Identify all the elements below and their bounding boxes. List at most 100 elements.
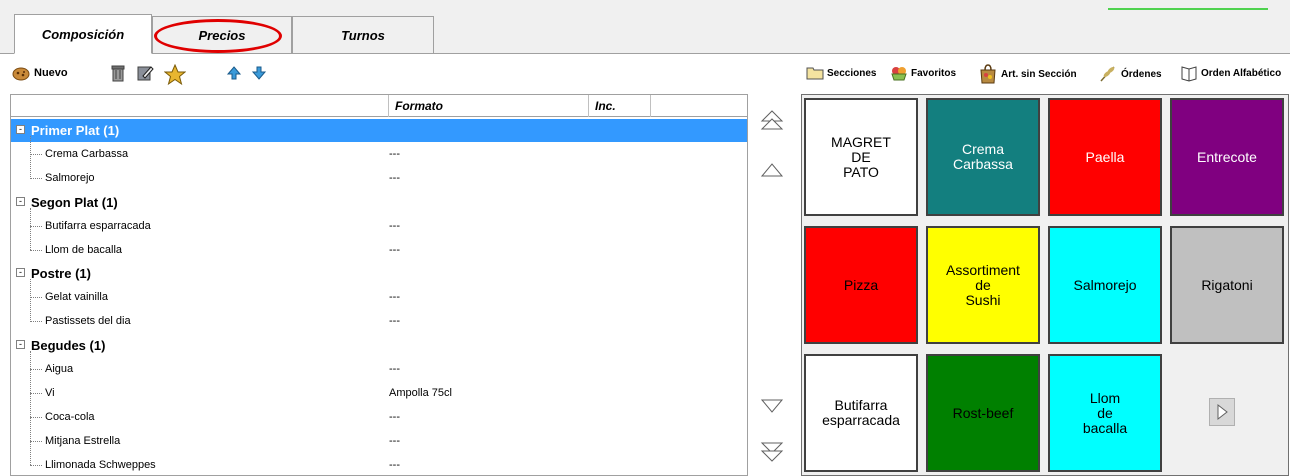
item-format: --- (389, 363, 400, 375)
tree-connector (30, 416, 42, 418)
group-name: Primer Plat (1) (31, 123, 120, 138)
tree-item-row[interactable]: Mitjana Estrella --- (11, 430, 747, 453)
column-header-format[interactable]: Formato (389, 95, 589, 117)
column-header-extra[interactable] (651, 95, 747, 117)
favorite-button[interactable] (164, 64, 186, 86)
trash-icon (111, 65, 125, 82)
tab-composicion[interactable]: Composición (14, 14, 152, 54)
product-tile[interactable]: Butifarra esparracada (804, 354, 918, 472)
orders-button[interactable]: Órdenes (1098, 64, 1162, 84)
product-tile[interactable]: Rigatoni (1170, 226, 1284, 344)
book-icon (1181, 66, 1197, 82)
tree-item-row[interactable]: Crema Carbassa --- (11, 143, 747, 166)
item-name: Llimonada Schweppes (45, 458, 156, 471)
item-format: --- (389, 171, 400, 184)
item-name: Butifarra esparracada (45, 219, 151, 232)
product-tile[interactable]: Entrecote (1170, 98, 1284, 216)
tab-turnos[interactable]: Turnos (292, 16, 434, 54)
chevron-right-icon (1217, 403, 1228, 421)
tree-group-row[interactable]: - Segon Plat (1) (11, 191, 747, 214)
wheat-icon (1100, 66, 1115, 82)
composition-tree[interactable]: Formato Inc. - Primer Plat (1) Crema Carba… (10, 94, 748, 476)
edit-button[interactable] (136, 64, 154, 82)
tree-item-row[interactable]: Aigua --- (11, 358, 747, 381)
no-section-button[interactable]: Art. sin Sección (978, 64, 1077, 84)
product-tile[interactable]: Llom de bacalla (1048, 354, 1162, 472)
collapse-toggle[interactable]: - (16, 125, 25, 134)
favorites-button[interactable]: Favoritos (890, 64, 956, 82)
item-name: Vi (45, 386, 55, 399)
tree-connector (30, 136, 31, 179)
tree-group-row[interactable]: - Postre (1) (11, 262, 747, 285)
cookie-icon (12, 67, 30, 81)
column-header-name[interactable] (11, 95, 389, 117)
item-format: --- (389, 147, 400, 160)
scroll-controls (752, 94, 794, 476)
tree-connector (30, 369, 42, 370)
product-tile[interactable]: Pizza (804, 226, 918, 344)
item-name: Salmorejo (45, 171, 95, 184)
item-name: Aigua (45, 363, 74, 375)
tree-group-row[interactable]: - Begudes (1) (11, 334, 747, 357)
tree-connector (30, 177, 42, 179)
tree-item-row[interactable]: Vi Ampolla 75cl (11, 382, 747, 405)
product-tile[interactable]: Crema Carbassa (926, 98, 1040, 216)
tree-item-row[interactable]: Llom de bacalla --- (11, 239, 747, 262)
move-down-button[interactable] (250, 64, 268, 82)
bag-icon (980, 64, 996, 84)
star-icon (164, 64, 186, 86)
delete-button[interactable] (109, 64, 127, 82)
tree-connector (30, 279, 31, 323)
tree-connector (30, 464, 42, 466)
new-button-label: Nuevo (34, 67, 68, 79)
product-tile[interactable]: Paella (1048, 98, 1162, 216)
arrow-down-icon (251, 66, 267, 80)
collapse-toggle[interactable]: - (16, 340, 25, 350)
product-tile[interactable]: Assortiment de Sushi (926, 226, 1040, 344)
tree-header: Formato Inc. (11, 95, 747, 117)
tree-item-row[interactable]: Pastissets del dia --- (11, 310, 747, 333)
tree-item-row[interactable]: Salmorejo --- (11, 167, 747, 190)
item-name: Mitjana Estrella (45, 434, 121, 447)
item-name: Gelat vainilla (45, 291, 108, 304)
tab-precios[interactable]: Precios (152, 16, 292, 54)
toolbar (0, 54, 1290, 94)
group-name: Segon Plat (1) (31, 194, 118, 210)
scroll-up-icon[interactable] (760, 158, 784, 182)
no-section-label: Art. sin Sección (1001, 68, 1077, 80)
item-format: --- (389, 434, 400, 447)
tree-item-row[interactable]: Gelat vainilla --- (11, 286, 747, 309)
column-header-inc[interactable]: Inc. (589, 95, 651, 117)
sections-button[interactable]: Secciones (806, 64, 876, 82)
tree-group-row[interactable]: - Primer Plat (1) (11, 119, 747, 142)
new-button[interactable]: Nuevo (12, 64, 68, 82)
group-name: Postre (1) (31, 266, 91, 282)
next-page-button[interactable] (1209, 398, 1235, 426)
tree-item-row[interactable]: Llimonada Schweppes --- (11, 454, 747, 475)
tree-item-row[interactable]: Butifarra esparracada --- (11, 215, 747, 238)
alphabetical-button[interactable]: Orden Alfabético (1180, 64, 1281, 82)
collapse-toggle[interactable]: - (16, 196, 25, 206)
item-name: Coca-cola (45, 410, 95, 423)
scroll-down-icon[interactable] (760, 394, 784, 418)
product-tile[interactable]: Rost-beef (926, 354, 1040, 472)
move-up-button[interactable] (225, 64, 243, 82)
arrow-up-icon (226, 66, 242, 80)
favorites-label: Favoritos (911, 67, 957, 79)
tree-connector (30, 351, 31, 466)
item-format: --- (389, 219, 400, 232)
tree-connector (30, 392, 42, 394)
item-format: Ampolla 75cl (389, 386, 452, 399)
tab-label: Precios (198, 28, 246, 43)
tree-connector (30, 249, 42, 251)
product-grid: MAGRET DE PATO Crema Carbassa Paella Entrec… (801, 94, 1289, 476)
scroll-top-icon[interactable] (760, 108, 784, 132)
fruit-basket-icon (891, 67, 907, 81)
group-name: Begudes (1) (31, 338, 106, 354)
collapse-toggle[interactable]: - (16, 268, 25, 278)
status-line (1108, 8, 1268, 10)
tree-item-row[interactable]: Coca-cola --- (11, 406, 747, 429)
product-tile[interactable]: Salmorejo (1048, 226, 1162, 344)
product-tile[interactable]: MAGRET DE PATO (804, 98, 918, 216)
scroll-bottom-icon[interactable] (760, 440, 784, 464)
